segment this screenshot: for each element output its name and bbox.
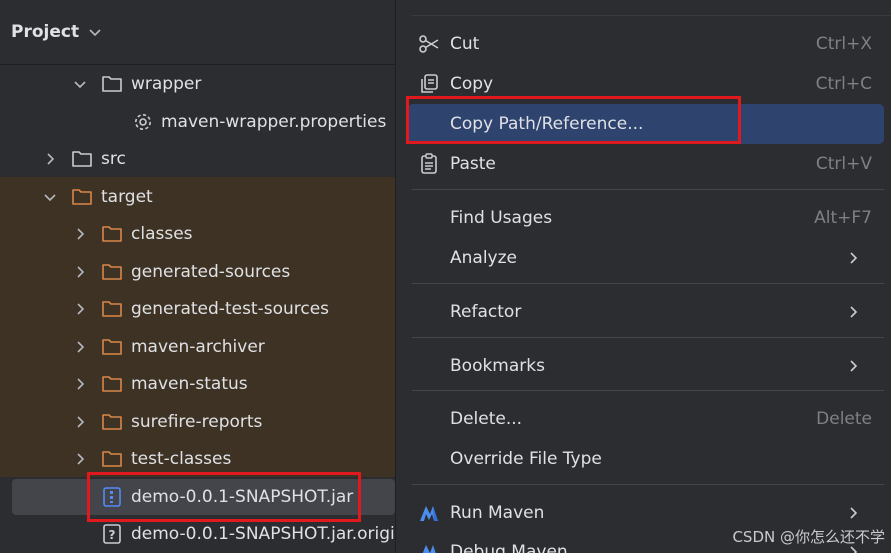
csdn-watermark: CSDN @你怎么还不学 bbox=[732, 528, 885, 546]
menu-item-refactor[interactable]: Refactor bbox=[408, 292, 884, 332]
tree-item-label: wrapper bbox=[131, 74, 202, 94]
tree-item-wrapper[interactable]: wrapper bbox=[0, 66, 395, 102]
menu-item-paste[interactable]: Paste Ctrl+V bbox=[408, 144, 884, 184]
tree-item-label: generated-sources bbox=[131, 262, 291, 282]
maven-icon bbox=[420, 506, 438, 521]
tree-item-label: maven-archiver bbox=[131, 337, 265, 357]
project-panel-header[interactable]: Project bbox=[0, 0, 395, 65]
excluded-folder-icon bbox=[102, 339, 122, 355]
menu-item-label: Find Usages bbox=[450, 208, 553, 228]
chevron-right-icon[interactable] bbox=[73, 415, 87, 429]
tree-item-label: src bbox=[101, 149, 126, 169]
menu-item-analyze[interactable]: Analyze bbox=[408, 238, 884, 278]
menu-separator bbox=[412, 337, 884, 338]
menu-separator bbox=[412, 484, 884, 485]
tree-item-generated-sources[interactable]: generated-sources bbox=[0, 254, 395, 290]
menu-item-override-file-type[interactable]: Override File Type bbox=[408, 439, 884, 479]
menu-item-delete[interactable]: Delete... Delete bbox=[408, 399, 884, 439]
menu-item-cut[interactable]: Cut Ctrl+X bbox=[408, 24, 884, 64]
excluded-folder-icon bbox=[102, 414, 122, 430]
tree-item-generated-test-sources[interactable]: generated-test-sources bbox=[0, 291, 395, 327]
tree-item-surefire-reports[interactable]: surefire-reports bbox=[0, 404, 395, 440]
menu-separator bbox=[412, 189, 884, 190]
svg-text:?: ? bbox=[109, 528, 116, 542]
excluded-folder-icon bbox=[102, 226, 122, 242]
menu-item-label: Analyze bbox=[450, 248, 517, 268]
menu-item-label: Delete... bbox=[450, 409, 523, 429]
scissors-icon bbox=[419, 35, 439, 53]
tree-item-maven-status[interactable]: maven-status bbox=[0, 366, 395, 402]
chevron-right-icon[interactable] bbox=[73, 377, 87, 391]
menu-item-shortcut: Delete bbox=[816, 409, 872, 429]
tree-item-label: generated-test-sources bbox=[131, 299, 330, 319]
menu-item-shortcut: Alt+F7 bbox=[814, 208, 872, 228]
unknown-file-icon: ? bbox=[103, 524, 121, 544]
menu-item-label: Refactor bbox=[450, 302, 522, 322]
copy-icon bbox=[421, 74, 438, 93]
tree-item-target[interactable]: target bbox=[0, 179, 395, 215]
chevron-down-icon[interactable] bbox=[88, 25, 102, 39]
tree-item-label: maven-status bbox=[131, 374, 248, 394]
menu-item-label: Run Maven bbox=[450, 503, 545, 523]
context-menu: Cut Ctrl+X Copy Ctrl+C Copy Path/Referen… bbox=[395, 0, 891, 553]
menu-item-shortcut: Ctrl+X bbox=[815, 34, 872, 54]
folder-icon bbox=[102, 76, 122, 92]
excluded-folder-icon bbox=[102, 264, 122, 280]
chevron-right-icon bbox=[850, 306, 858, 318]
folder-icon bbox=[72, 151, 92, 167]
annotation-box-jar-file bbox=[87, 472, 361, 522]
menu-item-label: Paste bbox=[450, 154, 496, 174]
project-tool-window: Project wrapper maven-wrapper.properties… bbox=[0, 0, 395, 553]
menu-item-find-usages[interactable]: Find Usages Alt+F7 bbox=[408, 198, 884, 238]
menu-separator bbox=[412, 283, 884, 284]
chevron-right-icon bbox=[850, 252, 858, 264]
menu-item-bookmarks[interactable]: Bookmarks bbox=[408, 346, 884, 386]
chevron-right-icon bbox=[850, 507, 858, 519]
chevron-right-icon[interactable] bbox=[43, 152, 57, 166]
tree-item-label: test-classes bbox=[131, 449, 232, 469]
tree-item-label: maven-wrapper.properties bbox=[161, 112, 387, 132]
menu-top-border bbox=[412, 15, 891, 16]
excluded-folder-icon bbox=[72, 189, 92, 205]
chevron-right-icon[interactable] bbox=[73, 265, 87, 279]
menu-item-label: Cut bbox=[450, 34, 480, 54]
menu-item-shortcut: Ctrl+C bbox=[815, 74, 872, 94]
excluded-folder-icon bbox=[102, 376, 122, 392]
tree-item-classes[interactable]: classes bbox=[0, 216, 395, 252]
tree-item-maven-wrapper-properties[interactable]: maven-wrapper.properties bbox=[0, 104, 395, 140]
menu-item-label: Copy bbox=[450, 74, 494, 94]
gear-icon bbox=[135, 114, 151, 130]
maven-icon bbox=[422, 545, 436, 553]
annotation-box-copy-path bbox=[406, 96, 741, 144]
chevron-down-icon[interactable] bbox=[43, 190, 57, 204]
tree-item-label: classes bbox=[131, 224, 193, 244]
menu-separator bbox=[412, 390, 884, 391]
tree-item-maven-archiver[interactable]: maven-archiver bbox=[0, 329, 395, 365]
chevron-right-icon bbox=[850, 360, 858, 372]
menu-item-label: Bookmarks bbox=[450, 356, 545, 376]
chevron-down-icon[interactable] bbox=[73, 77, 87, 91]
project-panel-title: Project bbox=[11, 22, 80, 42]
excluded-folder-icon bbox=[102, 301, 122, 317]
chevron-right-icon[interactable] bbox=[73, 452, 87, 466]
chevron-right-icon[interactable] bbox=[73, 340, 87, 354]
paste-icon bbox=[421, 153, 437, 174]
menu-item-label: Override File Type bbox=[450, 449, 602, 469]
excluded-folder-icon bbox=[102, 451, 122, 467]
chevron-right-icon[interactable] bbox=[73, 227, 87, 241]
menu-item-label: Debug Maven bbox=[450, 542, 568, 553]
tree-item-label: surefire-reports bbox=[131, 412, 263, 432]
menu-item-shortcut: Ctrl+V bbox=[815, 154, 872, 174]
tree-item-label: target bbox=[101, 187, 153, 207]
tree-item-src[interactable]: src bbox=[0, 141, 395, 177]
chevron-right-icon[interactable] bbox=[73, 302, 87, 316]
tree-item-label: demo-0.0.1-SNAPSHOT.jar.origin bbox=[131, 524, 395, 544]
